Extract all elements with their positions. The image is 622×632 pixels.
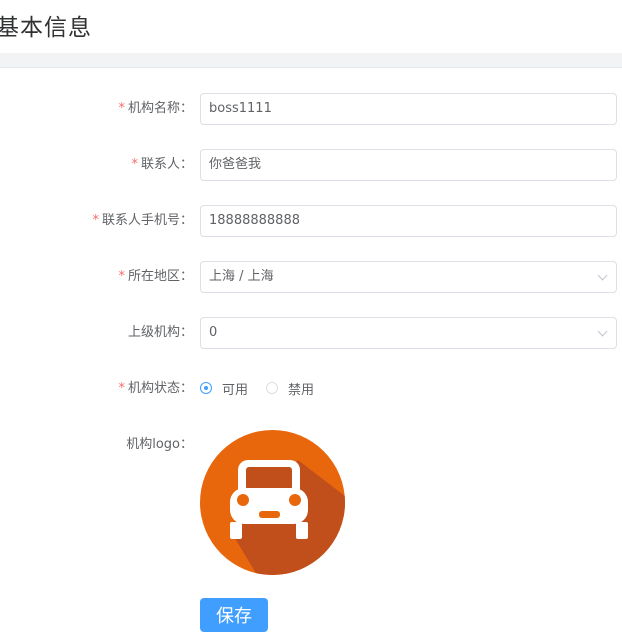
status-radio-enabled-label: 可用 [222, 383, 249, 398]
required-mark: * [118, 381, 125, 396]
parent-org-select[interactable]: 0 [200, 317, 617, 349]
logo-label: 机构logo： [126, 437, 193, 452]
parent-org-label: 上级机构： [127, 325, 193, 340]
region-select-value: 上海 / 上海 [209, 269, 274, 284]
required-mark: * [118, 269, 125, 284]
org-logo-upload[interactable] [200, 430, 345, 575]
status-radio-disabled-label: 禁用 [288, 383, 315, 398]
org-name-label: * 机构名称： [118, 101, 193, 116]
chevron-down-icon [597, 270, 608, 281]
region-label: * 所在地区： [118, 269, 193, 284]
contact-phone-label: * 联系人手机号： [92, 213, 193, 228]
form-row-contact: * 联系人： [0, 149, 622, 181]
org-name-input[interactable] [200, 93, 617, 125]
form-row-parent-org: 上级机构： 0 [0, 317, 622, 349]
save-button[interactable]: 保存 [200, 598, 268, 632]
contact-input[interactable] [200, 149, 617, 181]
contact-label: * 联系人： [131, 157, 193, 172]
car-icon [200, 430, 345, 575]
form-row-status: * 机构状态： 可用 禁用 [0, 373, 622, 405]
page-title: 基本信息 [0, 15, 92, 41]
required-mark: * [118, 101, 125, 116]
required-mark: * [92, 213, 99, 228]
contact-phone-input[interactable] [200, 205, 617, 237]
region-select[interactable]: 上海 / 上海 [200, 261, 617, 293]
status-label: * 机构状态： [118, 381, 193, 396]
required-mark: * [131, 157, 138, 172]
form-row-org-name: * 机构名称： [0, 93, 622, 125]
header-divider [0, 53, 622, 68]
chevron-down-icon [597, 326, 608, 337]
form-row-region: * 所在地区： 上海 / 上海 [0, 261, 622, 293]
parent-org-select-value: 0 [209, 325, 218, 340]
radio-checked-icon [200, 382, 212, 394]
radio-unchecked-icon [266, 382, 278, 394]
form-row-contact-phone: * 联系人手机号： [0, 205, 622, 237]
